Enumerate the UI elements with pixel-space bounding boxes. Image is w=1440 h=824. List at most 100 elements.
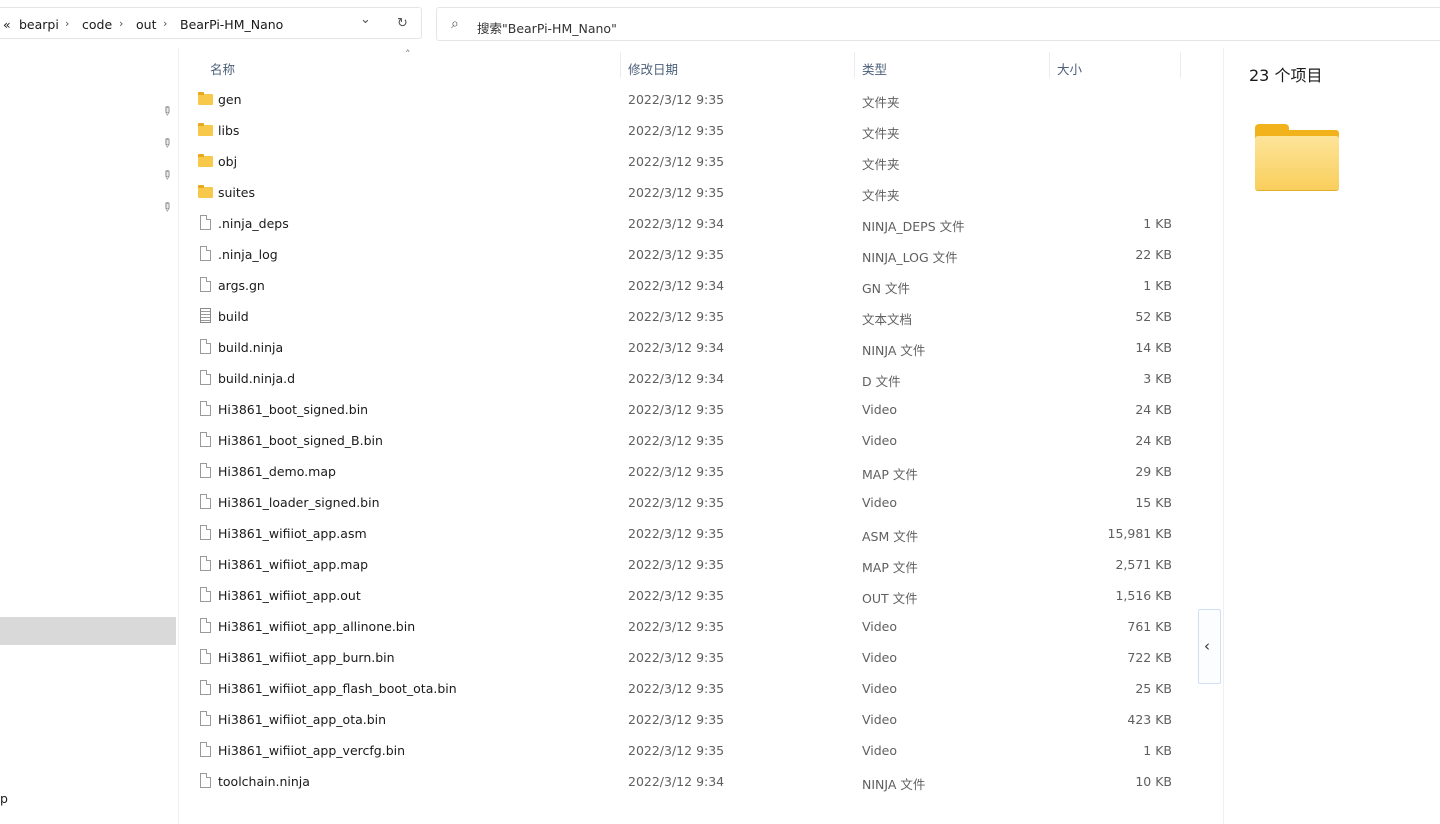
column-divider[interactable] <box>620 52 621 78</box>
file-date: 2022/3/12 9:35 <box>628 185 725 200</box>
file-name: suites <box>218 185 256 200</box>
file-row[interactable]: Hi3861_demo.map 2022/3/12 9:35 MAP 文件 29 KB <box>186 456 1186 487</box>
file-icon <box>198 432 214 448</box>
column-header-name[interactable]: 名称 <box>210 59 235 78</box>
file-date: 2022/3/12 9:35 <box>628 557 725 572</box>
file-size: 15 KB <box>1135 495 1172 510</box>
file-type: Video <box>862 619 898 634</box>
file-name: .ninja_deps <box>218 216 289 231</box>
folder-icon <box>198 184 214 200</box>
file-row[interactable]: Hi3861_wifiiot_app_flash_boot_ota.bin 202… <box>186 673 1186 704</box>
file-row[interactable]: Hi3861_wifiiot_app.asm 2022/3/12 9:35 ASM … <box>186 518 1186 549</box>
pin-icon[interactable]: ✎ <box>159 166 176 183</box>
file-row[interactable]: .ninja_log 2022/3/12 9:35 NINJA_LOG 文件 22 K… <box>186 239 1186 270</box>
search-box[interactable]: ⌕ 搜索"BearPi-HM_Nano" <box>436 7 1440 41</box>
details-pane: 23 个项目 <box>1223 48 1440 824</box>
file-name: Hi3861_demo.map <box>218 464 336 479</box>
column-divider[interactable] <box>854 52 855 78</box>
file-row[interactable]: Hi3861_loader_signed.bin 2022/3/12 9:35 Vi… <box>186 487 1186 518</box>
file-type: NINJA_DEPS 文件 <box>862 219 965 234</box>
file-size: 1 KB <box>1143 743 1172 758</box>
file-name: Hi3861_loader_signed.bin <box>218 495 380 510</box>
file-type: Video <box>862 495 898 510</box>
file-name: Hi3861_boot_signed_B.bin <box>218 433 383 448</box>
file-size: 22 KB <box>1135 247 1172 262</box>
details-pane-toggle[interactable]: ‹ <box>1198 609 1221 684</box>
file-row[interactable]: build.ninja 2022/3/12 9:34 NINJA 文件 14 KB <box>186 332 1186 363</box>
chevron-down-icon[interactable]: ⌄ <box>360 12 371 27</box>
file-row[interactable]: suites 2022/3/12 9:35 文件夹 <box>186 177 1186 208</box>
file-row[interactable]: build.ninja.d 2022/3/12 9:34 D 文件 3 KB <box>186 363 1186 394</box>
file-icon <box>198 525 214 541</box>
folder-icon <box>198 122 214 138</box>
file-row[interactable]: Hi3861_wifiiot_app_vercfg.bin 2022/3/12 9… <box>186 735 1186 766</box>
file-row[interactable]: Hi3861_boot_signed_B.bin 2022/3/12 9:35 Vi… <box>186 425 1186 456</box>
file-name: Hi3861_wifiiot_app.asm <box>218 526 367 541</box>
file-date: 2022/3/12 9:35 <box>628 681 725 696</box>
file-size: 761 KB <box>1127 619 1172 634</box>
refresh-icon[interactable]: ↻ <box>397 16 408 31</box>
column-header-size[interactable]: 大小 <box>1057 59 1082 78</box>
column-divider[interactable] <box>1180 52 1181 78</box>
crumb-code[interactable]: code <box>82 17 112 32</box>
file-icon <box>198 277 214 293</box>
file-date: 2022/3/12 9:35 <box>628 123 725 138</box>
file-row[interactable]: Hi3861_wifiiot_app_burn.bin 2022/3/12 9:3… <box>186 642 1186 673</box>
address-bar[interactable]: « bearpi › code › out › BearPi-HM_Nano ⌄… <box>0 7 422 39</box>
file-type: Video <box>862 712 898 727</box>
file-row[interactable]: Hi3861_boot_signed.bin 2022/3/12 9:35 Vide… <box>186 394 1186 425</box>
crumb-out[interactable]: out <box>136 17 156 32</box>
file-type: ASM 文件 <box>862 529 919 544</box>
file-size: 722 KB <box>1127 650 1172 665</box>
file-date: 2022/3/12 9:34 <box>628 216 725 231</box>
file-size: 29 KB <box>1135 464 1172 479</box>
column-divider[interactable] <box>1049 52 1050 78</box>
file-row[interactable]: Hi3861_wifiiot_app_allinone.bin 2022/3/12… <box>186 611 1186 642</box>
file-name: toolchain.ninja <box>218 774 310 789</box>
column-header-type[interactable]: 类型 <box>862 59 887 78</box>
crumb-bearpi-hm-nano[interactable]: BearPi-HM_Nano <box>180 17 283 32</box>
nav-item-label[interactable]: p <box>0 791 8 806</box>
file-type: Video <box>862 402 898 417</box>
search-input[interactable]: 搜索"BearPi-HM_Nano" <box>477 18 617 37</box>
file-type: GN 文件 <box>862 281 911 296</box>
file-row[interactable]: toolchain.ninja 2022/3/12 9:34 NINJA 文件 10 … <box>186 766 1186 797</box>
file-name: build.ninja <box>218 340 284 355</box>
file-name: args.gn <box>218 278 265 293</box>
top-bar: « bearpi › code › out › BearPi-HM_Nano ⌄… <box>0 0 1440 48</box>
file-row[interactable]: build 2022/3/12 9:35 文本文档 52 KB <box>186 301 1186 332</box>
nav-selected-item[interactable] <box>0 617 176 645</box>
file-row[interactable]: obj 2022/3/12 9:35 文件夹 <box>186 146 1186 177</box>
file-name: Hi3861_wifiiot_app_burn.bin <box>218 650 395 665</box>
overflow-crumb[interactable]: « <box>3 17 11 32</box>
file-row[interactable]: Hi3861_wifiiot_app_ota.bin 2022/3/12 9:35… <box>186 704 1186 735</box>
file-name: obj <box>218 154 238 169</box>
file-name: gen <box>218 92 242 107</box>
file-date: 2022/3/12 9:35 <box>628 619 725 634</box>
file-type: MAP 文件 <box>862 467 918 482</box>
file-row[interactable]: gen 2022/3/12 9:35 文件夹 <box>186 84 1186 115</box>
file-icon <box>198 463 214 479</box>
file-icon <box>198 742 214 758</box>
pin-icon[interactable]: ✎ <box>159 198 176 215</box>
file-row[interactable]: args.gn 2022/3/12 9:34 GN 文件 1 KB <box>186 270 1186 301</box>
pin-icon[interactable]: ✎ <box>159 102 176 119</box>
file-type: 文件夹 <box>862 188 900 203</box>
folder-icon <box>198 91 214 107</box>
file-date: 2022/3/12 9:34 <box>628 340 725 355</box>
file-icon <box>198 246 214 262</box>
file-icon <box>198 401 214 417</box>
file-type: Video <box>862 433 898 448</box>
crumb-bearpi[interactable]: bearpi <box>19 17 59 32</box>
file-type: Video <box>862 681 898 696</box>
file-size: 423 KB <box>1127 712 1172 727</box>
pin-icon[interactable]: ✎ <box>159 134 176 151</box>
file-name: .ninja_log <box>218 247 278 262</box>
file-row[interactable]: .ninja_deps 2022/3/12 9:34 NINJA_DEPS 文件 1 … <box>186 208 1186 239</box>
file-row[interactable]: Hi3861_wifiiot_app.map 2022/3/12 9:35 MAP … <box>186 549 1186 580</box>
file-icon <box>198 773 214 789</box>
file-row[interactable]: Hi3861_wifiiot_app.out 2022/3/12 9:35 OUT … <box>186 580 1186 611</box>
column-header-date[interactable]: 修改日期 <box>628 59 678 78</box>
file-row[interactable]: libs 2022/3/12 9:35 文件夹 <box>186 115 1186 146</box>
file-name: Hi3861_wifiiot_app_ota.bin <box>218 712 387 727</box>
